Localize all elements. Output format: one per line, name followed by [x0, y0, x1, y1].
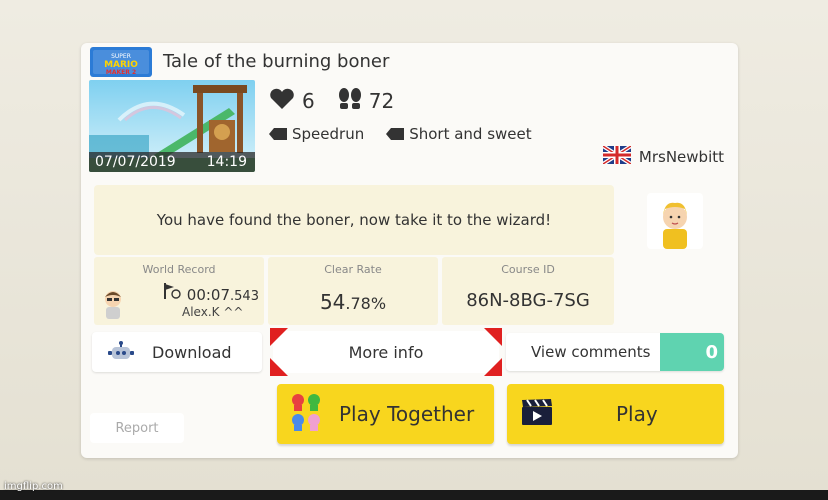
maker-name: MrsNewbitt [638, 148, 724, 166]
upload-time: 14:19 [206, 154, 247, 170]
bottom-bar [0, 490, 828, 500]
download-button[interactable]: Download [92, 332, 262, 372]
watermark: imgflip.com [4, 481, 63, 492]
selection-corner-icon [484, 328, 502, 346]
record-holder-avatar [102, 287, 124, 323]
comments-count-badge: 0 [660, 333, 724, 371]
svg-text:SUPER: SUPER [111, 53, 131, 60]
selection-corner-icon [270, 328, 288, 346]
game-logo: SUPER MARIO MAKER 2 [89, 46, 153, 78]
footprints-icon [337, 87, 363, 115]
play-together-button[interactable]: Play Together [277, 384, 494, 444]
more-info-button[interactable]: More info [270, 328, 502, 376]
robot-download-icon [108, 341, 134, 367]
course-id-panel: Course ID 86N-8BG-7SG [442, 257, 614, 325]
course-id-value: 86N-8BG-7SG [466, 290, 590, 311]
report-button[interactable]: Report [90, 413, 184, 443]
maker-avatar[interactable] [647, 193, 703, 249]
upload-datetime: 07/07/2019 14:19 [89, 152, 255, 172]
world-record-label: World Record [142, 263, 216, 276]
upload-date: 07/07/2019 [95, 154, 176, 170]
course-id-label: Course ID [501, 263, 555, 276]
tag-short-and-sweet: Short and sweet [386, 125, 532, 143]
course-stats-row: 6 72 [268, 87, 416, 115]
play-button[interactable]: Play [507, 384, 724, 444]
heart-icon [268, 88, 296, 114]
selection-corner-icon [270, 358, 288, 376]
course-title: Tale of the burning boner [163, 51, 390, 72]
course-thumbnail: 07/07/2019 14:19 [89, 80, 255, 172]
maker-info[interactable]: MrsNewbitt [601, 144, 724, 168]
clear-rate-label: Clear Rate [324, 263, 382, 276]
tag-icon [269, 128, 287, 140]
course-detail-card: SUPER MARIO MAKER 2 Tale of the burning … [81, 43, 738, 458]
tag-speedrun: Speedrun [269, 125, 364, 143]
likes-count: 6 [302, 89, 315, 113]
flag-clock-icon [162, 283, 187, 304]
svg-text:MAKER 2: MAKER 2 [106, 69, 136, 76]
clapperboard-icon [521, 398, 553, 431]
description-text: You have found the boner, now take it to… [156, 211, 552, 229]
clear-rate-value: 54.78% [319, 290, 387, 314]
tag-icon [386, 128, 405, 140]
uk-flag-icon [601, 144, 639, 168]
view-comments-button[interactable]: View comments 0 [506, 333, 724, 371]
multiplayer-icon [289, 392, 323, 437]
selection-corner-icon [484, 358, 502, 376]
course-description: You have found the boner, now take it to… [94, 185, 614, 255]
clear-rate-panel: Clear Rate 54.78% [268, 257, 438, 325]
world-record-holder: Alex.K ^^ [182, 305, 244, 319]
plays-count: 72 [368, 89, 395, 113]
world-record-time: 00:07.543 [162, 282, 259, 304]
world-record-panel: World Record 00:07.543 Alex.K ^^ [94, 257, 264, 325]
course-tags: Speedrun Short and sweet [269, 125, 554, 143]
